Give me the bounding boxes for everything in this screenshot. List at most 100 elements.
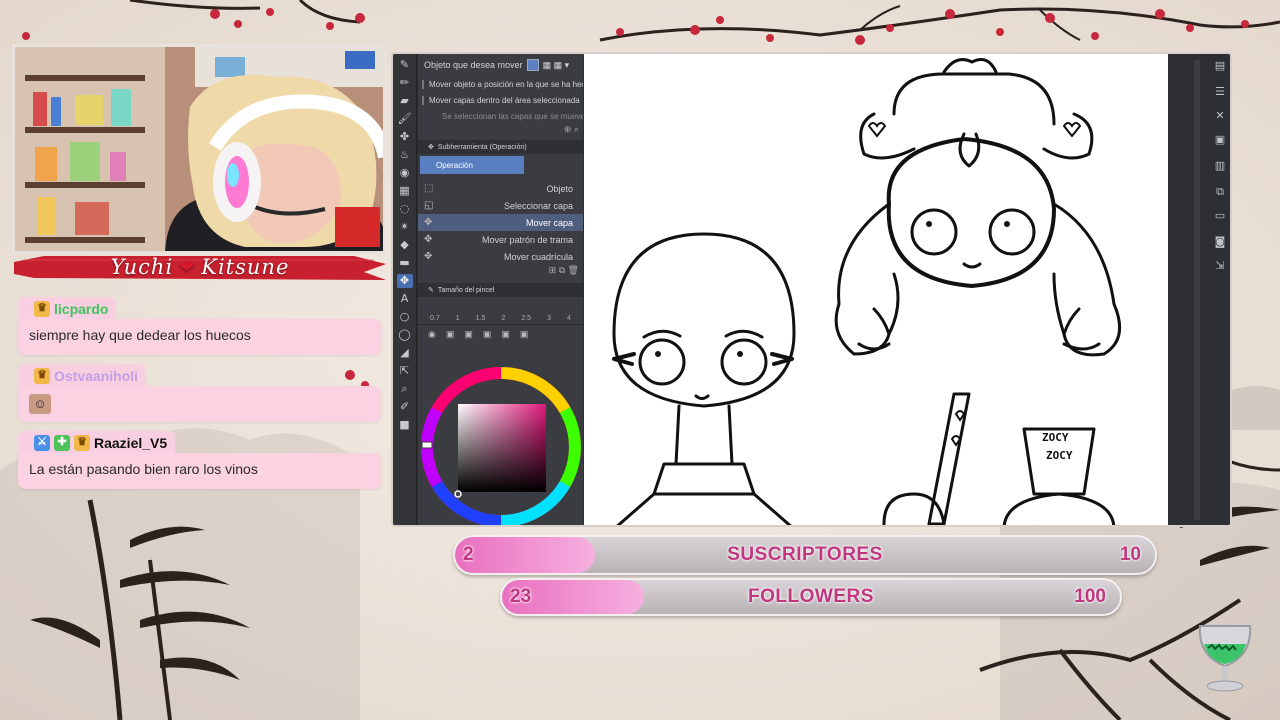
color-wheel[interactable] bbox=[420, 366, 582, 527]
subtool-header-icon: ✥ bbox=[428, 144, 434, 151]
streamer-name-banner: Yuchi ❤ Kitsune bbox=[14, 252, 386, 282]
move-target-row: Objeto que desea mover ▦ ▦ ▾ bbox=[418, 54, 583, 76]
chat-overlay: ♛ licpardo siempre hay que dedear los hu… bbox=[18, 296, 382, 497]
shape-tool-icon[interactable]: ○ bbox=[397, 310, 413, 324]
brush-size-option[interactable]: 4 bbox=[567, 315, 571, 322]
selection-tool-icon[interactable]: ⇱ bbox=[397, 364, 413, 378]
close-icon[interactable]: ✕ bbox=[1212, 108, 1228, 124]
eyedropper-tool-icon[interactable]: ✐ bbox=[397, 400, 413, 414]
history-icon[interactable]: ☰ bbox=[1212, 84, 1228, 100]
camera-icon[interactable]: ◙ bbox=[1212, 234, 1228, 250]
crown-badge-icon: ♛ bbox=[34, 367, 50, 384]
chat-username-text: Raaziel_V5 bbox=[94, 434, 168, 451]
streamer-name-left: Yuchi bbox=[110, 255, 174, 279]
crown-badge-icon: ♛ bbox=[34, 300, 50, 317]
crown-badge-icon: ♛ bbox=[74, 434, 90, 451]
image-icon[interactable]: ▣ bbox=[464, 329, 473, 340]
brush-size-option[interactable]: 2.5 bbox=[521, 315, 531, 322]
chat-message-text: La están pasando bien raro los vinos bbox=[18, 453, 382, 489]
brush-size-icon: ✎ bbox=[428, 287, 434, 294]
plus-badge-icon: ✚ bbox=[54, 434, 70, 451]
balloon-tool-icon[interactable]: ◯ bbox=[397, 328, 413, 342]
layer-icon[interactable]: ▤ bbox=[1212, 58, 1228, 74]
grid-tool-icon[interactable]: ▦ bbox=[397, 184, 413, 198]
zoom-tool-icon[interactable]: ⌕ bbox=[397, 382, 413, 396]
pencil-tool-icon[interactable]: ✏ bbox=[397, 76, 413, 90]
grid-option-icon[interactable]: ▦ ▦ ▾ bbox=[543, 60, 570, 71]
blend-tool-icon[interactable]: ♨ bbox=[397, 148, 413, 162]
chat-username: ♛ licpardo bbox=[18, 297, 117, 319]
subtool-seleccionar-capa[interactable]: ◱ Seleccionar capa bbox=[418, 197, 583, 214]
face-emote-icon: ☺ bbox=[29, 394, 51, 414]
fill-tool-icon[interactable]: ◉ bbox=[397, 166, 413, 180]
move-icon: ✥ bbox=[424, 234, 433, 245]
brush-size-option[interactable]: 0.7 bbox=[430, 315, 440, 322]
brush-size-option[interactable]: 3 bbox=[547, 315, 551, 322]
svg-text:ZOCY: ZOCY bbox=[1046, 449, 1073, 462]
sword-badge-icon: ⚔ bbox=[34, 434, 50, 451]
chat-message-text: siempre hay que dedear los huecos bbox=[18, 319, 382, 355]
subtool-header: ✥ Subherramienta (Operación) bbox=[418, 140, 583, 154]
circle-icon[interactable]: ◉ bbox=[428, 329, 436, 340]
brush-size-option[interactable]: 1 bbox=[456, 315, 460, 322]
brush-tool-icon[interactable]: 🖌 bbox=[397, 112, 413, 126]
goblet-icon bbox=[1198, 625, 1252, 692]
drawing-canvas[interactable]: ZOCY ZOCY bbox=[584, 54, 1168, 525]
option-move-in-selection[interactable]: Mover capas dentro del área seleccionada bbox=[418, 92, 583, 108]
move-icon: ✥ bbox=[424, 217, 433, 228]
image-icon[interactable]: ▣ bbox=[446, 329, 455, 340]
subtool-mover-cuadricula[interactable]: ✥ Mover cuadrícula bbox=[418, 248, 583, 265]
subtool-mover-capa[interactable]: ✥ Mover capa bbox=[418, 214, 583, 231]
goal-max: 10 bbox=[1119, 544, 1141, 565]
image-icon[interactable]: ▣ bbox=[483, 329, 492, 340]
follower-goal-bar: 23 FOLLOWERS 100 bbox=[500, 578, 1122, 616]
option-move-to-click[interactable]: Mover objeto a posición en la que se ha … bbox=[418, 76, 583, 92]
screen-share-window: ✎ ✏ ▰ 🖌 ✤ ♨ ◉ ▦ ◌ ✴ ◆ ▬ ✥ A ○ ◯ ◢ ⇱ ⌕ ✐ … bbox=[391, 52, 1232, 527]
lasso-tool-icon[interactable]: ◌ bbox=[397, 202, 413, 216]
tab-operacion[interactable]: Operación bbox=[420, 156, 524, 174]
sparkle-tool-icon[interactable]: ✴ bbox=[397, 220, 413, 234]
chat-username: ⚔ ✚ ♛ Raaziel_V5 bbox=[18, 431, 176, 453]
streamer-name-right: Kitsune bbox=[201, 255, 290, 279]
bucket-tool-icon[interactable]: ◆ bbox=[397, 238, 413, 252]
text-tool-icon[interactable]: A bbox=[397, 292, 413, 306]
brush-size-option[interactable]: 2 bbox=[501, 315, 505, 322]
chat-username: ♛ Ostvaaniholi bbox=[18, 364, 147, 386]
folder-icon[interactable]: ▭ bbox=[1212, 208, 1228, 224]
panel-icons: ⊕ ⌕ bbox=[563, 124, 579, 134]
gradient-tool-icon[interactable]: ▬ bbox=[397, 256, 413, 270]
canvas-scrollbar[interactable] bbox=[1194, 60, 1200, 520]
eraser-tool-icon[interactable]: ▰ bbox=[397, 94, 413, 108]
panel-icon-row: ◉ ▣ ▣ ▣ ▣ ▣ bbox=[418, 325, 583, 344]
webcam-feed bbox=[12, 44, 386, 254]
chat-username-text: licpardo bbox=[54, 300, 109, 317]
chat-username-text: Ostvaaniholi bbox=[54, 367, 139, 384]
brush-size-option[interactable]: 1.5 bbox=[476, 315, 486, 322]
pen-tool-icon[interactable]: ✎ bbox=[397, 58, 413, 72]
document-icon[interactable]: ▥ bbox=[1212, 158, 1228, 174]
link-icon[interactable]: ⧉ bbox=[1212, 184, 1228, 200]
image-icon[interactable]: ▣ bbox=[501, 329, 510, 340]
target-object-button[interactable] bbox=[526, 59, 539, 71]
move-tool-icon[interactable]: ✥ bbox=[396, 274, 413, 288]
layer-icon: ◱ bbox=[424, 200, 434, 211]
export-icon[interactable]: ⇲ bbox=[1212, 258, 1228, 274]
color-swatch-icon[interactable]: ■ bbox=[397, 418, 413, 432]
subtool-objeto[interactable]: ⬚ Objeto bbox=[418, 180, 583, 197]
streamer-name: Yuchi ❤ Kitsune bbox=[111, 255, 290, 279]
object-icon: ⬚ bbox=[424, 183, 434, 194]
chat-message: ⚔ ✚ ♛ Raaziel_V5 La están pasando bien r… bbox=[18, 430, 382, 489]
ruler-tool-icon[interactable]: ◢ bbox=[397, 346, 413, 360]
svg-text:ZOCY: ZOCY bbox=[1042, 431, 1069, 444]
option-selected-layers: Se seleccionan las capas que se mueven bbox=[442, 111, 583, 121]
goal-max: 100 bbox=[1074, 586, 1106, 607]
move-target-label: Objeto que desea mover bbox=[424, 60, 523, 70]
goal-title: SUSCRIPTORES bbox=[727, 544, 883, 565]
image-icon[interactable]: ▣ bbox=[1212, 132, 1228, 148]
brush-size-header: ✎ Tamaño del pincel bbox=[418, 283, 583, 297]
move-icon: ✥ bbox=[424, 251, 433, 262]
airbrush-tool-icon[interactable]: ✤ bbox=[397, 130, 413, 144]
image-icon[interactable]: ▣ bbox=[520, 329, 529, 340]
subtool-mover-patron[interactable]: ✥ Mover patrón de trama bbox=[418, 231, 583, 248]
right-dock-panel: ▤ ☰ ✕ ▣ ▥ ⧉ ▭ ◙ ⇲ bbox=[1168, 54, 1230, 525]
